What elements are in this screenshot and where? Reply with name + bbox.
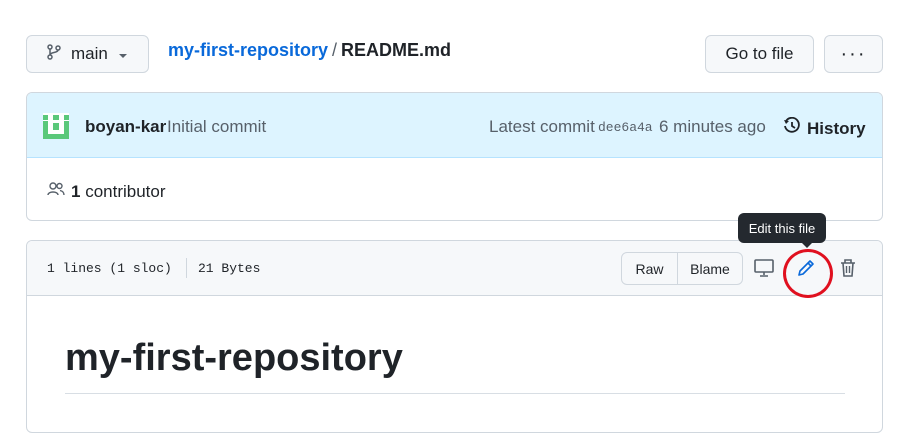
commit-author[interactable]: boyan-kar <box>85 117 166 137</box>
latest-commit-label: Latest commit <box>489 117 595 136</box>
avatar[interactable] <box>43 113 69 139</box>
git-branch-icon <box>47 43 61 65</box>
breadcrumb-separator: / <box>332 40 338 60</box>
breadcrumb-repo-link[interactable]: my-first-repository <box>168 40 328 60</box>
latest-commit-box: boyan-kar Initial commit Latest commit d… <box>26 92 883 221</box>
trash-icon[interactable] <box>835 255 861 281</box>
tooltip-arrow <box>801 242 813 248</box>
commit-sha[interactable]: dee6a4a <box>598 120 653 135</box>
breadcrumb: my-first-repository / README.md <box>168 40 451 61</box>
kebab-icon: ··· <box>840 42 867 65</box>
file-lines-info: 1 lines (1 sloc) <box>47 261 172 276</box>
readme-heading: my-first-repository <box>65 337 403 379</box>
go-to-file-button[interactable]: Go to file <box>705 35 814 73</box>
history-icon <box>783 116 801 140</box>
commit-header: boyan-kar Initial commit Latest commit d… <box>27 93 882 158</box>
branch-name: main <box>71 44 108 63</box>
file-header: 1 lines (1 sloc) 21 Bytes Raw Blame <box>27 241 882 296</box>
breadcrumb-file-name: README.md <box>341 40 452 60</box>
contributors-row[interactable]: 1 contributor <box>47 181 166 202</box>
raw-button[interactable]: Raw <box>621 252 678 285</box>
file-size-info: 21 Bytes <box>198 261 261 276</box>
more-options-button[interactable]: ··· <box>824 35 883 73</box>
branch-selector-button[interactable]: main <box>26 35 149 73</box>
heading-underline <box>65 393 845 394</box>
highlight-circle <box>783 249 833 298</box>
edit-file-tooltip: Edit this file <box>738 213 826 243</box>
history-label: History <box>807 118 866 138</box>
contributor-count: 1 <box>71 181 81 201</box>
commit-time: 6 minutes ago <box>659 117 766 136</box>
commit-message[interactable]: Initial commit <box>167 117 266 137</box>
caret-down-icon <box>118 44 128 64</box>
monitor-icon[interactable] <box>751 255 777 281</box>
people-icon <box>47 181 65 202</box>
contributor-label: contributor <box>85 181 166 201</box>
history-link[interactable]: History <box>783 116 866 140</box>
info-divider <box>186 258 187 278</box>
blame-button[interactable]: Blame <box>677 252 743 285</box>
file-viewer: 1 lines (1 sloc) 21 Bytes Raw Blame my-f… <box>26 240 883 433</box>
